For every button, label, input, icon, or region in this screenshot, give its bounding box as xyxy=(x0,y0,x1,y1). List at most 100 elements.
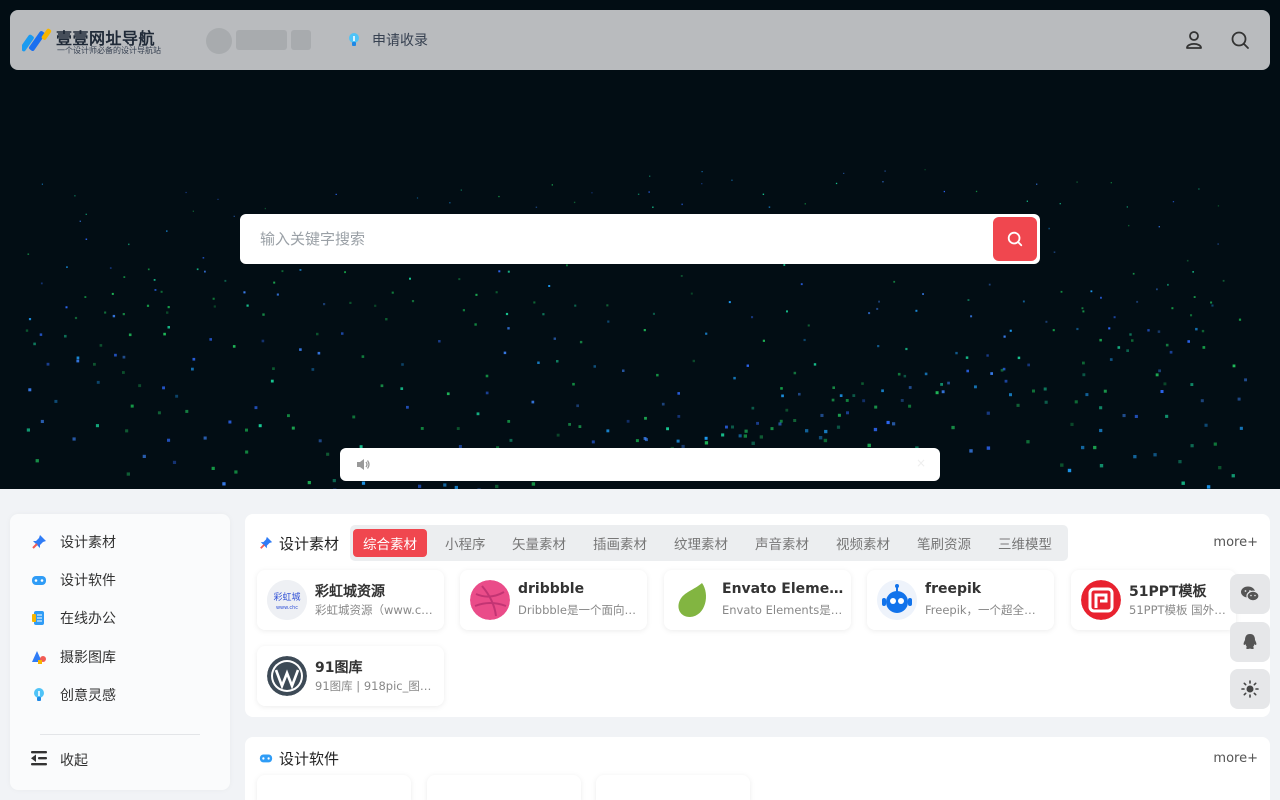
tab-texture[interactable]: 纹理素材 xyxy=(664,529,738,557)
particle-dot xyxy=(1158,226,1160,228)
particle-dot xyxy=(1032,389,1035,393)
more-link[interactable]: more+ xyxy=(1213,751,1258,766)
site-card[interactable]: freepik Freepik，一个超全面的素材网站 xyxy=(867,570,1054,630)
sidebar-collapse-button[interactable]: 收起 xyxy=(30,747,88,773)
particle-dot xyxy=(803,338,806,342)
tab-illustration[interactable]: 插画素材 xyxy=(583,529,657,557)
site-card[interactable] xyxy=(596,775,750,800)
sidebar-item-creative-inspiration[interactable]: 创意灵感 xyxy=(30,680,210,710)
search-submit-button[interactable] xyxy=(993,217,1037,261)
particle-dot xyxy=(475,293,478,296)
site-card[interactable]: Envato Elements Envato Elements是一个无限下载的素… xyxy=(664,570,851,630)
user-button[interactable] xyxy=(1182,28,1206,52)
section-tabs: 综合素材 小程序 矢量素材 插画素材 纹理素材 声音素材 视频素材 笔刷资源 三… xyxy=(350,525,1068,561)
site-card[interactable] xyxy=(257,775,411,800)
particle-dot xyxy=(163,332,166,336)
particle-dot xyxy=(643,329,646,332)
particle-dot xyxy=(1213,442,1217,446)
particle-dot xyxy=(162,386,165,390)
site-card[interactable]: 51PPT模板 51PPT模板 国外幻灯片模板下载 xyxy=(1071,570,1236,630)
sidebar-item-design-assets[interactable]: 设计素材 xyxy=(30,527,210,557)
particle-dot xyxy=(1082,310,1085,313)
particle-dot xyxy=(1160,390,1164,393)
particle-dot xyxy=(779,419,783,423)
tab-video[interactable]: 视频素材 xyxy=(826,529,900,557)
site-card[interactable]: dribbble Dribbble是一个面向创作者的社区 xyxy=(460,570,647,630)
tab-mini-program[interactable]: 小程序 xyxy=(435,529,496,557)
theme-toggle-button[interactable] xyxy=(1230,669,1270,709)
particle-dot xyxy=(935,391,939,395)
particle-dot xyxy=(1186,259,1189,262)
particle-dot xyxy=(307,481,311,485)
particle-dot xyxy=(680,275,683,277)
svg-text:彩虹城: 彩虹城 xyxy=(273,592,300,603)
particle-dot xyxy=(852,394,856,397)
particle-dot xyxy=(1022,300,1025,303)
particle-dot xyxy=(262,313,265,316)
sidebar-item-photo-library[interactable]: 摄影图库 xyxy=(30,642,210,672)
particle-dot xyxy=(556,360,559,363)
document-icon xyxy=(30,609,48,627)
site-card[interactable] xyxy=(427,775,581,800)
particle-dot xyxy=(454,485,458,489)
particle-dot xyxy=(1099,406,1103,410)
tab-sound[interactable]: 声音素材 xyxy=(745,529,819,557)
envato-leaf-icon xyxy=(674,580,714,620)
search-input[interactable] xyxy=(240,214,980,264)
site-subtitle: 一个设计师必备的设计导航站 xyxy=(57,46,161,55)
header-search-button[interactable] xyxy=(1228,28,1252,52)
particle-dot xyxy=(1085,393,1089,397)
particle-dot xyxy=(85,238,88,240)
sidebar-item-online-office[interactable]: 在线办公 xyxy=(30,603,210,633)
particle-dot xyxy=(272,367,275,370)
particle-dot xyxy=(46,362,50,366)
particle-dot xyxy=(391,291,394,294)
particle-dot xyxy=(341,332,344,335)
tab-comprehensive[interactable]: 综合素材 xyxy=(353,529,427,557)
particle-dot xyxy=(881,389,884,393)
search-icon xyxy=(1231,31,1249,49)
particle-dot xyxy=(54,399,58,403)
particle-dot xyxy=(1059,203,1061,205)
particle-dot xyxy=(261,339,265,343)
particle-dot xyxy=(485,391,489,395)
logo-mark-icon xyxy=(22,28,52,52)
particle-dot xyxy=(1158,369,1161,373)
particle-dot xyxy=(1081,307,1084,310)
particle-dot xyxy=(845,399,849,402)
qq-button[interactable] xyxy=(1230,622,1270,662)
tab-brushes[interactable]: 笔刷资源 xyxy=(907,529,981,557)
particle-dot xyxy=(635,439,639,443)
sidebar-item-design-software[interactable]: 设计软件 xyxy=(30,565,210,595)
particle-dot xyxy=(72,437,76,441)
particle-dot xyxy=(1027,363,1030,367)
particle-dot xyxy=(1043,387,1047,391)
particle-dot xyxy=(291,426,295,430)
site-card[interactable]: 彩虹城 www.chc 彩虹城资源 彩虹城资源（www.caihongcheng.… xyxy=(257,570,444,630)
particle-dot xyxy=(922,293,924,295)
particle-dot xyxy=(264,207,266,210)
site-logo[interactable]: 壹壹网址导航 一个设计师必备的设计导航站 xyxy=(22,24,182,56)
wechat-button[interactable] xyxy=(1230,574,1270,614)
particle-dot xyxy=(731,425,734,429)
section-title: 设计软件 xyxy=(279,749,340,768)
more-link[interactable]: more+ xyxy=(1213,535,1258,550)
particle-dot xyxy=(411,300,415,303)
particle-dot xyxy=(783,264,786,266)
particle-dot xyxy=(1060,463,1064,467)
tab-vector[interactable]: 矢量素材 xyxy=(502,529,576,557)
particle-dot xyxy=(196,268,199,271)
tab-3d-models[interactable]: 三维模型 xyxy=(988,529,1062,557)
particle-dot xyxy=(572,382,575,386)
particle-dot xyxy=(1218,466,1222,470)
sidebar-divider xyxy=(40,734,200,735)
particle-dot xyxy=(1222,279,1225,282)
particle-dot xyxy=(1009,329,1012,332)
notice-close-icon[interactable]: × xyxy=(916,456,926,470)
particle-dot xyxy=(104,311,107,314)
particle-dot xyxy=(873,427,878,432)
particle-dot xyxy=(254,406,258,410)
apply-listing-link[interactable]: 申请收录 xyxy=(346,30,428,50)
site-card[interactable]: 91图库 91图库 | 918pic_图片素材 xyxy=(257,646,444,706)
particle-dot xyxy=(35,459,39,463)
